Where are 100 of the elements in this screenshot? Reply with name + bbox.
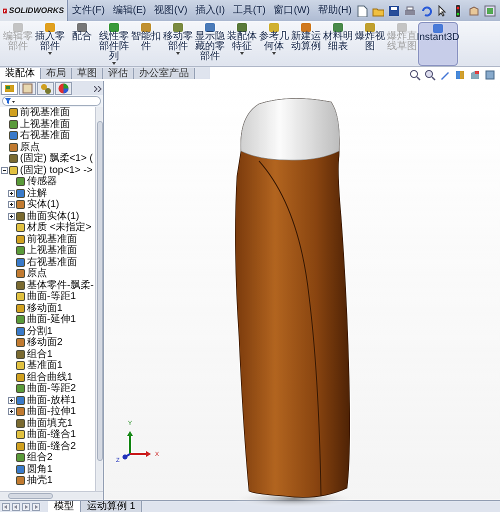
- menu-item[interactable]: 编辑(E): [108, 3, 150, 18]
- tree-item[interactable]: 组合2: [27, 452, 53, 464]
- feature-tree-icon: [3, 82, 16, 95]
- bottom-tab[interactable]: 运动算例 1: [81, 501, 142, 512]
- expander-icon[interactable]: [8, 408, 15, 416]
- view-orientation-icon[interactable]: [484, 69, 496, 81]
- command-tab[interactable]: 办公室产品: [134, 68, 195, 79]
- tool-icon: [140, 22, 152, 32]
- ribbon-button[interactable]: 材料明细表: [322, 22, 354, 66]
- undo-icon[interactable]: [420, 4, 432, 16]
- expander-icon[interactable]: [1, 166, 8, 174]
- ribbon-button[interactable]: 参考几何体: [258, 22, 290, 66]
- bottom-tab[interactable]: 模型: [48, 501, 81, 512]
- menu-item[interactable]: 插入(I): [191, 3, 229, 18]
- tree-item[interactable]: 右视基准面: [20, 130, 70, 142]
- menu-item[interactable]: 视图(V): [150, 3, 192, 18]
- logo-text: SOLIDWORKS: [8, 4, 64, 16]
- tree-item[interactable]: 前视基准面: [20, 107, 70, 118]
- tree-item[interactable]: 传感器: [27, 176, 57, 188]
- tree-item[interactable]: 上视基准面: [20, 118, 70, 130]
- tree-item[interactable]: 圆角1: [27, 464, 53, 475]
- tree-item[interactable]: 组合曲线1: [27, 372, 73, 383]
- tree-item[interactable]: 曲面-等距2: [27, 383, 76, 394]
- tree-item[interactable]: 抽壳1: [27, 475, 53, 486]
- tool-icon: [268, 22, 280, 32]
- ribbon-button[interactable]: 显示隐藏的零部件: [194, 22, 226, 66]
- command-tab[interactable]: 布局: [41, 68, 72, 79]
- ribbon-button[interactable]: Instant3D: [418, 22, 458, 66]
- vertical-scrollbar[interactable]: [95, 107, 103, 491]
- options-icon[interactable]: [484, 4, 496, 16]
- tree-item[interactable]: 注解: [27, 188, 47, 199]
- filter-icon[interactable]: [5, 98, 15, 104]
- tree-item[interactable]: 原点: [27, 268, 47, 280]
- tree-item[interactable]: (固定) 飘柔<1> (: [20, 153, 93, 164]
- ribbon-button[interactable]: 插入零部件: [34, 22, 66, 66]
- tree-item[interactable]: 基体零件-飘柔-: [27, 280, 94, 291]
- command-tab[interactable]: 装配体: [0, 68, 41, 79]
- panel-tab[interactable]: [37, 82, 54, 95]
- tree-item[interactable]: 右视基准面: [27, 256, 77, 268]
- tool-icon: [332, 22, 344, 32]
- tree-item[interactable]: 分割1: [27, 326, 53, 337]
- ribbon-button[interactable]: 智能扣件: [130, 22, 162, 66]
- expand-arrows-icon[interactable]: [94, 86, 102, 92]
- ribbon-button[interactable]: 线性零部件阵列: [98, 22, 130, 66]
- tree-item[interactable]: 曲面填充1: [27, 418, 73, 429]
- tree-item[interactable]: 曲面-等距1: [27, 291, 76, 302]
- horizontal-scrollbar[interactable]: [0, 491, 103, 500]
- tree-item[interactable]: 前视基准面: [27, 234, 77, 245]
- expander-icon[interactable]: [8, 190, 15, 197]
- menu-item[interactable]: 窗口(W): [270, 3, 314, 18]
- tree-item[interactable]: 实体(1): [27, 199, 60, 210]
- tree-item[interactable]: 曲面-缝合2: [27, 440, 76, 452]
- menu-item[interactable]: 工具(T): [228, 3, 270, 18]
- tree-item[interactable]: 移动面2: [27, 337, 63, 348]
- tree-item[interactable]: 曲面-缝合1: [27, 429, 76, 440]
- expander-icon[interactable]: [8, 212, 15, 220]
- panel-tab[interactable]: [1, 82, 18, 95]
- config-icon: [39, 82, 52, 95]
- dropdown-icon: [112, 62, 116, 65]
- ribbon-button[interactable]: 装配体特征: [226, 22, 258, 66]
- panel-tab[interactable]: [19, 82, 36, 95]
- expander-icon[interactable]: [8, 396, 15, 404]
- zoom-fit-icon[interactable]: [409, 69, 421, 81]
- tab-scroll-icon[interactable]: [22, 502, 30, 510]
- ribbon-button[interactable]: 配合: [66, 22, 98, 66]
- tree-item[interactable]: 曲面实体(1): [27, 210, 80, 222]
- tree-item[interactable]: 曲面-放样1: [27, 394, 76, 406]
- appearance-icon: [57, 82, 70, 95]
- tree-item[interactable]: 曲面-拉伸1: [27, 406, 76, 418]
- expander-icon[interactable]: [8, 201, 15, 208]
- dropdown-icon: [240, 52, 244, 55]
- ribbon-button[interactable]: 新建运动算例: [290, 22, 322, 66]
- new-document-icon[interactable]: [356, 4, 368, 16]
- tree-item[interactable]: (固定) top<1> ->: [20, 164, 93, 176]
- tab-scroll-icon[interactable]: [32, 502, 40, 510]
- save-icon[interactable]: [388, 4, 400, 16]
- tool-icon: [396, 22, 408, 32]
- ribbon-button[interactable]: 移动零部件: [162, 22, 194, 66]
- zoom-area-icon[interactable]: [424, 69, 436, 81]
- tree-item[interactable]: 曲面-延伸1: [27, 314, 76, 326]
- tree-item[interactable]: 基准面1: [27, 360, 63, 372]
- dropdown-icon: [272, 52, 276, 55]
- command-tab[interactable]: 评估: [103, 68, 134, 79]
- tree-item[interactable]: 原点: [20, 142, 40, 153]
- pointer-icon[interactable]: [436, 4, 448, 16]
- tree-item[interactable]: 上视基准面: [27, 245, 77, 256]
- tab-scroll-icon[interactable]: [2, 502, 10, 510]
- tab-scroll-icon[interactable]: [12, 502, 20, 510]
- ribbon-button[interactable]: 爆炸视图: [354, 22, 386, 66]
- command-tab[interactable]: 草图: [72, 68, 103, 79]
- printer-icon[interactable]: [404, 4, 416, 16]
- tree-item[interactable]: 组合1: [27, 348, 53, 360]
- app-logo[interactable]: SOLIDWORKS: [0, 0, 68, 21]
- panel-tab[interactable]: [55, 82, 72, 95]
- tool-icon: [432, 23, 444, 33]
- menu-item[interactable]: 帮助(H): [314, 3, 356, 18]
- tree-item[interactable]: 移动面1: [27, 302, 63, 314]
- tool-icon: [108, 22, 120, 32]
- tree-item[interactable]: 材质 <未指定>: [27, 222, 92, 234]
- menu-item[interactable]: 文件(F): [68, 3, 109, 18]
